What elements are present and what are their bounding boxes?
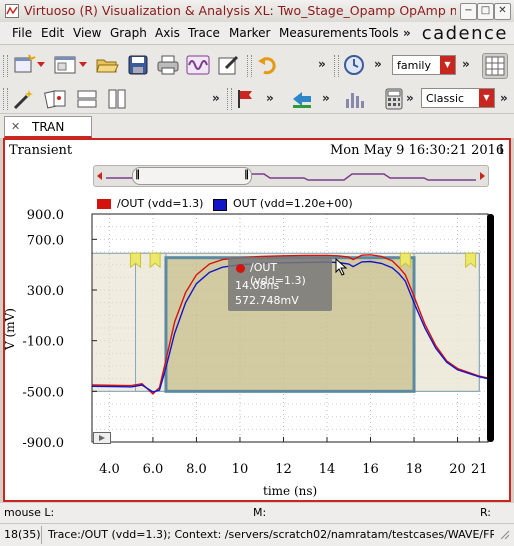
chart-area[interactable]: 900.0 700.0 300.0 -100.0 -500.0 -900.0 4.0 6.0 8… <box>5 140 509 500</box>
resize-grip-icon[interactable] <box>500 530 510 540</box>
toolbar2-overflow-button[interactable]: » <box>212 91 220 105</box>
toolbar1-overflow-button-2[interactable]: » <box>374 57 382 71</box>
play-icon[interactable] <box>93 432 111 444</box>
mouse-middle-status: M: <box>253 506 267 519</box>
x-tick-label: 20 <box>449 462 466 477</box>
plot-panel[interactable]: Transient Mon May 9 16:30:21 2016 1 ‖ ‖ … <box>3 138 511 502</box>
chevron-down-icon[interactable]: ▼ <box>440 56 455 74</box>
x-tick-label: 18 <box>406 462 423 477</box>
toolbar1-overflow-button[interactable]: » <box>318 57 326 71</box>
toolbar-grip[interactable] <box>3 88 8 110</box>
toolbar2-overflow-button-5[interactable]: » <box>500 91 508 105</box>
strip-h-icon[interactable] <box>75 87 99 111</box>
new-window-icon[interactable] <box>12 53 36 77</box>
menu-tools[interactable]: Tools <box>369 26 399 40</box>
minimize-button[interactable]: − <box>460 3 477 20</box>
toolbar-grip[interactable] <box>3 55 8 77</box>
tooltip-y: 572.748mV <box>235 294 299 307</box>
subwindow-dropdown-icon[interactable] <box>79 62 87 68</box>
status-bar: mouse L: M: R: <box>0 503 514 523</box>
bars-icon[interactable] <box>342 87 366 111</box>
menu-bar: File Edit View Graph Axis Trace Marker M… <box>0 22 514 45</box>
status-message: Trace:/OUT (vdd=1.3); Context: /servers/… <box>48 528 494 541</box>
menu-view[interactable]: View <box>73 26 101 40</box>
toolbar-grip[interactable] <box>227 88 232 110</box>
x-tick-label: 6.0 <box>143 462 164 477</box>
trace-tooltip: /OUT (vdd=1.3) 14.08ns 572.748mV <box>228 257 332 311</box>
maximize-button[interactable]: □ <box>477 3 494 20</box>
cadence-logo: cadence <box>421 23 508 44</box>
open-icon[interactable] <box>95 53 119 77</box>
main-toolbar: » » family ▼ » <box>0 45 514 86</box>
tooltip-x: 14.08ns <box>235 279 280 292</box>
menu-measurements[interactable]: Measurements <box>279 26 368 40</box>
x-tick-label: 12 <box>275 462 292 477</box>
wand-icon[interactable] <box>12 87 36 111</box>
y-tick-label: 900.0 <box>27 208 64 223</box>
bottom-bar: 18(35) Trace:/OUT (vdd=1.3); Context: /s… <box>0 523 514 546</box>
toolbar2-overflow-button-4[interactable]: » <box>406 91 414 105</box>
secondary-toolbar: » » » » Classic ▼ » <box>0 85 514 114</box>
cards-icon[interactable] <box>44 87 68 111</box>
menu-trace[interactable]: Trace <box>188 26 220 40</box>
marker-band-left <box>135 252 167 392</box>
calculator-icon[interactable] <box>382 87 406 111</box>
marker-flag-icon[interactable] <box>234 87 258 111</box>
toolbar-grip[interactable] <box>247 55 252 77</box>
menu-edit[interactable]: Edit <box>41 26 64 40</box>
tab-close-icon[interactable]: ✕ <box>11 120 20 133</box>
toolbar1-overflow-button-3[interactable]: » <box>462 57 470 71</box>
new-window-dropdown-icon[interactable] <box>37 62 45 68</box>
tooltip-marker-dot <box>236 264 245 273</box>
family-combo[interactable]: family ▼ <box>392 55 456 75</box>
x-tick-label: 10 <box>232 462 249 477</box>
y-tick-label: 700.0 <box>27 233 64 248</box>
tab-tran[interactable]: ✕ TRAN <box>4 116 92 138</box>
undo-icon[interactable] <box>256 53 280 77</box>
strip-v-icon[interactable] <box>105 87 129 111</box>
style-combo-value: Classic <box>426 92 465 105</box>
menu-file[interactable]: File <box>12 26 32 40</box>
vertical-scrollbar[interactable] <box>487 214 494 442</box>
y-tick-label: -900.0 <box>22 436 64 451</box>
y-tick-label: -500.0 <box>22 385 64 400</box>
mouse-right-status: R: <box>480 506 492 519</box>
print-icon[interactable] <box>156 53 180 77</box>
title-bar: Virtuoso (R) Visualization & Analysis XL… <box>0 0 514 23</box>
toolbar-grip[interactable] <box>334 55 339 77</box>
tab-bar: ✕ TRAN <box>0 114 514 138</box>
mouse-left-status: mouse L: <box>4 506 55 519</box>
menu-axis[interactable]: Axis <box>155 26 180 40</box>
tab-label: TRAN <box>32 120 65 134</box>
waveform-icon[interactable] <box>186 53 210 77</box>
style-combo[interactable]: Classic ▼ <box>421 88 495 108</box>
history-icon[interactable] <box>342 53 366 77</box>
new-subwindow-icon[interactable] <box>53 53 77 77</box>
edit-icon[interactable] <box>216 53 240 77</box>
x-tick-label: 16 <box>362 462 379 477</box>
family-combo-value: family <box>397 59 431 72</box>
grid-icon[interactable] <box>482 53 508 79</box>
menu-marker[interactable]: Marker <box>229 26 270 40</box>
x-tick-label: 21 <box>471 462 488 477</box>
chevron-down-icon[interactable]: ▼ <box>479 89 494 107</box>
x-tick-label: 14 <box>319 462 336 477</box>
y-tick-label: -100.0 <box>22 335 64 350</box>
toolbar2-overflow-button-3[interactable]: » <box>322 91 330 105</box>
window-title: Virtuoso (R) Visualization & Analysis XL… <box>24 3 456 18</box>
save-icon[interactable] <box>126 53 150 77</box>
y-tick-label: 300.0 <box>27 284 64 299</box>
send-icon[interactable] <box>290 87 314 111</box>
app-icon <box>5 4 19 18</box>
close-button[interactable]: ✕ <box>494 3 511 20</box>
x-tick-label: 4.0 <box>99 462 120 477</box>
separator <box>41 526 42 544</box>
menu-graph[interactable]: Graph <box>110 26 147 40</box>
mouse-cursor-icon <box>335 258 348 276</box>
toolbar2-overflow-button-2[interactable]: » <box>266 91 274 105</box>
x-tick-label: 8.0 <box>186 462 207 477</box>
trace-count: 18(35) <box>4 528 41 541</box>
menu-overflow-button[interactable]: » <box>403 26 411 40</box>
